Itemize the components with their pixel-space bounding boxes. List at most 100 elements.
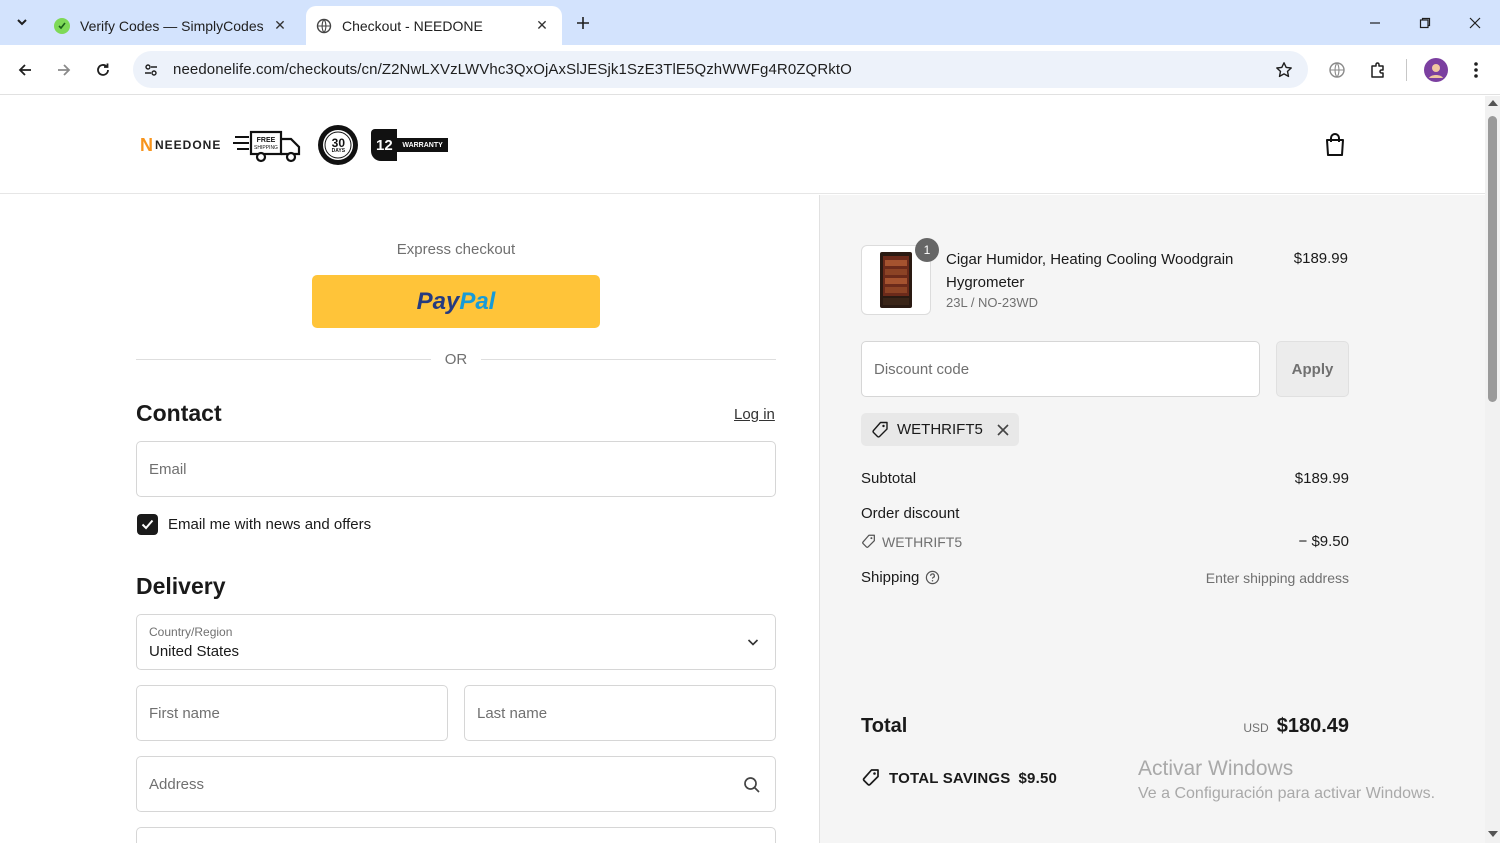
address-placeholder: Address [149, 776, 205, 793]
total-label: Total [861, 715, 908, 737]
close-tab-icon[interactable]: ✕ [270, 16, 290, 36]
tab-title: Checkout - NEEDONE [342, 17, 483, 34]
tab-title: Verify Codes — SimplyCodes [80, 17, 264, 34]
address-field[interactable]: Address [136, 756, 776, 812]
browser-toolbar: needonelife.com/checkouts/cn/Z2NwLXVzLWV… [0, 45, 1500, 95]
paypal-logo-pal: Pal [459, 287, 496, 315]
tab-checkout[interactable]: Checkout - NEEDONE ✕ [306, 6, 562, 45]
checkout-page: N NEEDONE FREE SHIPPING 30 DAYS 12 WARRA… [0, 96, 1485, 843]
email-placeholder: Email [149, 461, 187, 478]
minimize-button[interactable] [1350, 0, 1400, 45]
extensions-button[interactable] [1363, 55, 1393, 85]
country-value: United States [149, 643, 240, 660]
apply-discount-button[interactable]: Apply [1276, 341, 1349, 397]
back-button[interactable] [10, 55, 40, 85]
badge-warranty-label: WARRANTY [397, 138, 448, 152]
product-price: $189.99 [1293, 250, 1348, 267]
discount-code-placeholder: Discount code [874, 361, 970, 378]
close-tab-icon[interactable]: ✕ [532, 16, 552, 36]
store-logo-group[interactable]: N NEEDONE FREE SHIPPING 30 DAYS 12 WARRA… [140, 122, 448, 168]
logo-mark-icon: N [140, 134, 153, 155]
last-name-field[interactable]: Last name [464, 685, 776, 741]
needone-logo[interactable]: N NEEDONE [140, 135, 221, 156]
close-window-button[interactable] [1450, 0, 1500, 45]
close-icon [1469, 17, 1481, 28]
paypal-logo-pay: Pay [416, 287, 460, 315]
windows-watermark-title: Activar Windows [1138, 757, 1294, 780]
store-header: N NEEDONE FREE SHIPPING 30 DAYS 12 WARRA… [0, 96, 1485, 194]
toolbar-divider [1406, 59, 1407, 81]
arrow-right-icon [58, 64, 71, 76]
restore-button[interactable] [1400, 0, 1450, 45]
remove-discount-icon[interactable] [997, 423, 1009, 436]
profile-avatar[interactable] [1421, 55, 1451, 85]
paypal-button[interactable]: Pay Pal [312, 275, 600, 328]
quantity-badge: 1 [915, 238, 939, 262]
product-variant: 23L / NO-23WD [946, 295, 1038, 310]
reload-icon [97, 63, 109, 76]
discount-code-field[interactable]: Discount code [861, 341, 1260, 397]
delivery-heading: Delivery [136, 573, 226, 599]
total-row: Total USD $180.49 [861, 715, 1349, 738]
order-discount-row: Order discount [861, 505, 1349, 522]
bookmark-star-icon[interactable] [1270, 56, 1298, 84]
contact-heading: Contact [136, 400, 222, 426]
scrollbar-thumb[interactable] [1488, 116, 1497, 402]
shipping-label: Shipping [861, 569, 920, 586]
minimize-icon [1370, 21, 1380, 24]
delivery-truck-icon: FREE SHIPPING [233, 130, 301, 163]
free-shipping-badge: FREE SHIPPING [233, 127, 305, 163]
order-discount-value: − $9.50 [1298, 533, 1349, 550]
address-bar[interactable]: needonelife.com/checkouts/cn/Z2NwLXVzLWV… [133, 51, 1308, 88]
log-in-link[interactable]: Log in [734, 406, 775, 423]
total-currency: USD [1243, 721, 1269, 735]
news-offers-label: Email me with news and offers [168, 516, 372, 533]
subtotal-label: Subtotal [861, 470, 917, 487]
subtotal-row: Subtotal $189.99 [861, 470, 1349, 487]
subtotal-value: $189.99 [1294, 470, 1349, 487]
first-name-field[interactable]: First name [136, 685, 448, 741]
cart-button[interactable] [1320, 130, 1350, 160]
or-label: OR [444, 350, 468, 368]
avatar-icon [1424, 58, 1448, 82]
news-offers-checkbox[interactable] [137, 514, 158, 535]
shipping-row: Shipping Enter shipping address [861, 569, 1349, 586]
site-settings-icon[interactable] [139, 58, 163, 82]
tab-search-button[interactable] [8, 8, 36, 36]
shopping-bag-icon [1326, 133, 1344, 156]
search-icon [744, 777, 760, 793]
country-region-select[interactable]: Country/Region United States [136, 614, 776, 670]
country-label: Country/Region [149, 625, 233, 639]
globe-icon [316, 18, 332, 34]
browser-tab-strip: Verify Codes — SimplyCodes ✕ Checkout - … [0, 0, 1500, 45]
tab-simplycodes[interactable]: Verify Codes — SimplyCodes ✕ [44, 6, 300, 45]
apartment-field[interactable] [136, 827, 776, 843]
order-discount-code: WETHRIFT5 [882, 533, 963, 550]
total-value: $180.49 [1276, 715, 1349, 737]
scroll-down-arrow-icon[interactable] [1488, 831, 1498, 837]
browser-menu-button[interactable] [1461, 55, 1491, 85]
reload-button[interactable] [88, 55, 118, 85]
help-icon[interactable] [925, 570, 940, 585]
applied-discount-chip: WETHRIFT5 [861, 413, 1019, 446]
warranty-badge: 12 WARRANTY [371, 129, 448, 161]
tag-icon [872, 421, 888, 438]
email-field[interactable]: Email [136, 441, 776, 497]
arrow-left-icon [18, 64, 31, 76]
translate-button[interactable] [1322, 55, 1352, 85]
or-divider: OR [136, 349, 776, 369]
scroll-up-arrow-icon[interactable] [1488, 100, 1498, 106]
savings-label: TOTAL SAVINGS [889, 769, 1011, 787]
total-savings: TOTAL SAVINGS $9.50 [861, 768, 1057, 788]
forward-button[interactable] [49, 55, 79, 85]
page-scrollbar[interactable] [1485, 96, 1500, 843]
badge-warranty-number: 12 [371, 129, 398, 161]
badge-days-label: DAYS [331, 147, 346, 154]
badge-days-number: 30 [331, 135, 346, 150]
express-checkout-label: Express checkout [396, 241, 516, 258]
puzzle-icon [1371, 62, 1384, 78]
url-text: needonelife.com/checkouts/cn/Z2NwLXVzLWV… [173, 61, 852, 78]
applied-discount-code: WETHRIFT5 [897, 421, 983, 438]
new-tab-button[interactable] [570, 10, 596, 36]
money-back-badge: 30 DAYS [317, 124, 359, 166]
